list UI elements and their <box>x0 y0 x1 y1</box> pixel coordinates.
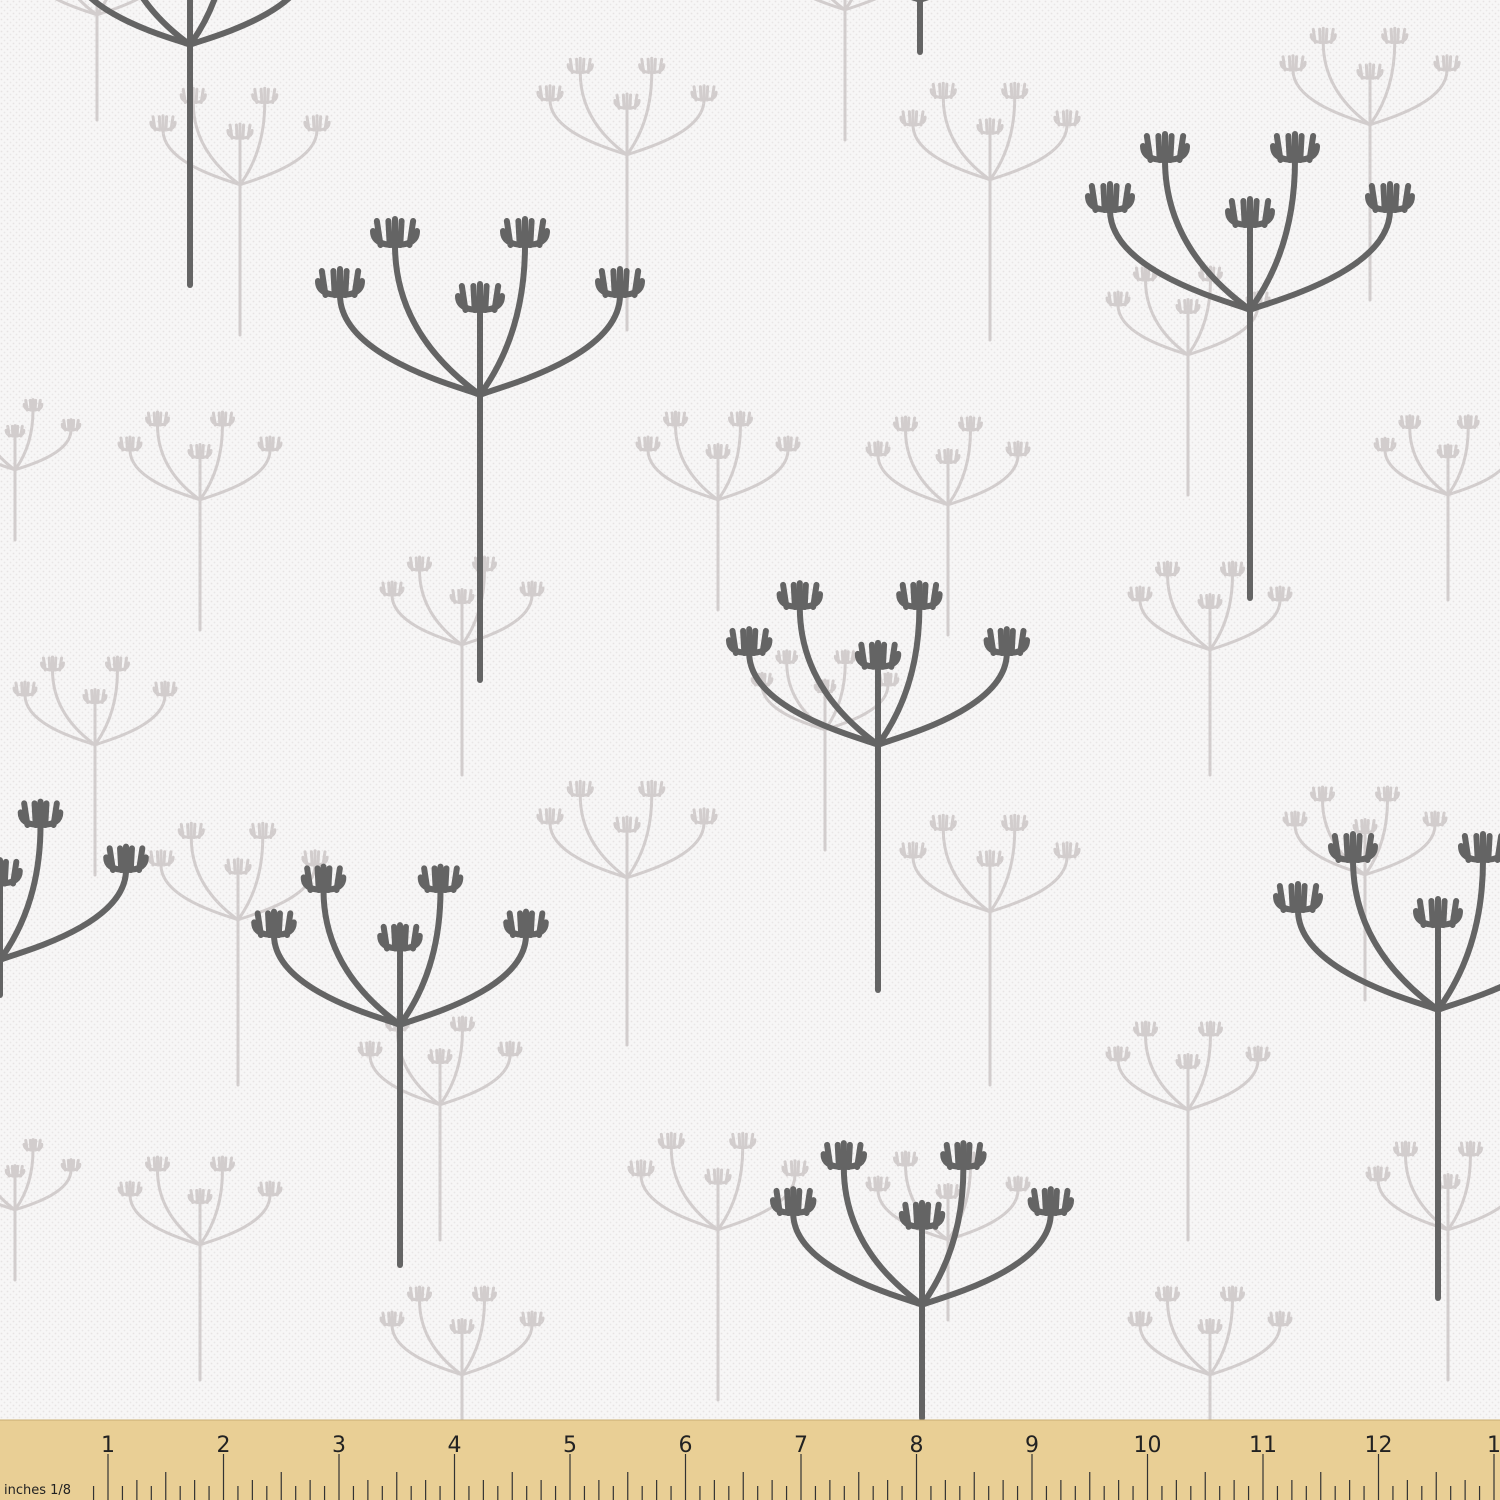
ruler-number: 1 <box>101 1433 115 1458</box>
ruler-strip <box>0 1420 1500 1500</box>
ruler-number: 7 <box>794 1433 808 1458</box>
fabric-background <box>0 0 1500 1500</box>
ruler-number: 11 <box>1249 1433 1277 1458</box>
fabric-pattern-canvas: 1 2 3 4 5 6 7 8 9 10 11 12 1 <box>0 0 1500 1500</box>
ruler-number: 1 <box>1487 1433 1500 1458</box>
ruler-number: 3 <box>332 1433 346 1458</box>
ruler-number: 2 <box>217 1433 231 1458</box>
measuring-ruler: 1 2 3 4 5 6 7 8 9 10 11 12 1 <box>0 1419 1500 1500</box>
ruler-number: 9 <box>1025 1433 1039 1458</box>
ruler-number: 4 <box>448 1433 462 1458</box>
ruler-number: 6 <box>679 1433 693 1458</box>
ruler-units-label: inches 1/8 <box>4 1483 72 1498</box>
ruler-number: 5 <box>563 1433 577 1458</box>
ruler-number: 12 <box>1365 1433 1393 1458</box>
ruler-number: 10 <box>1134 1433 1162 1458</box>
ruler-number: 8 <box>910 1433 924 1458</box>
